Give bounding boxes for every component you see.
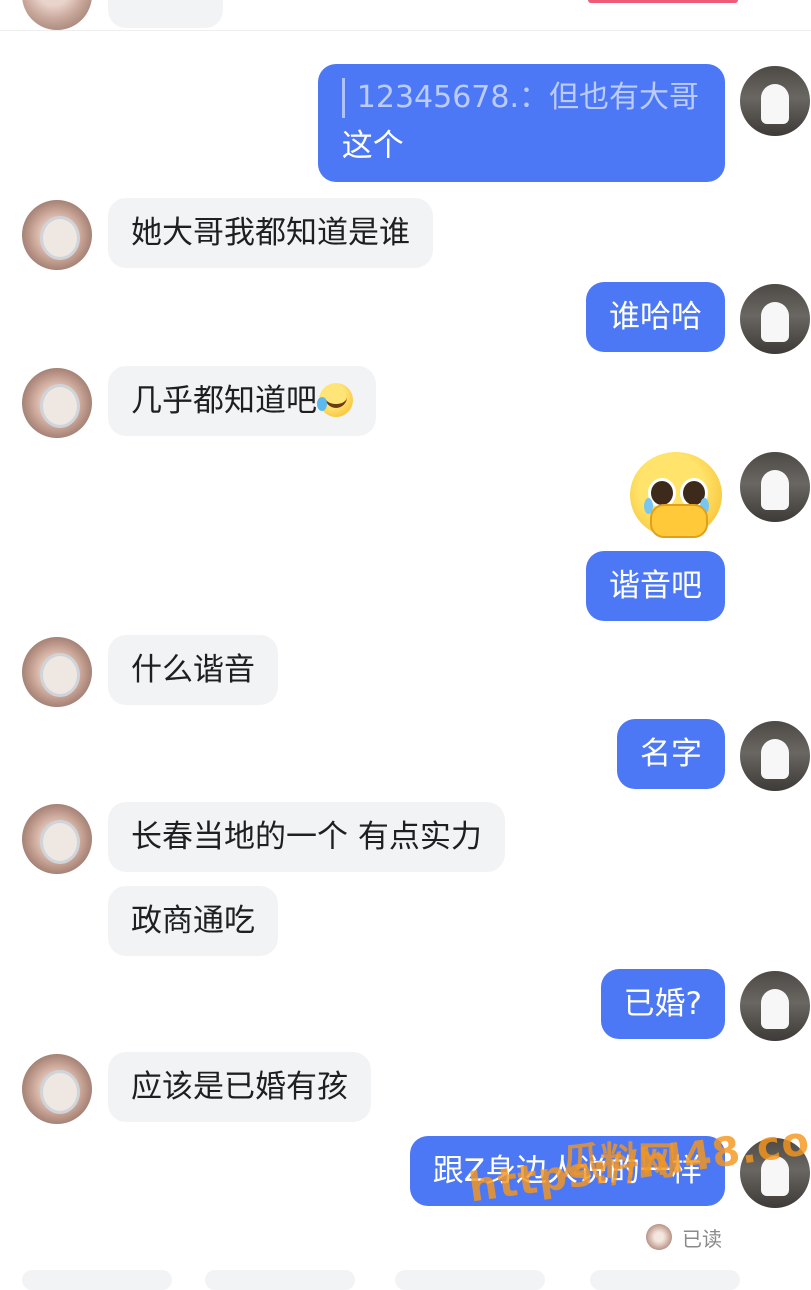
partial-message-top — [108, 0, 223, 28]
message-text: 谁哈哈 — [609, 299, 702, 335]
message-bubble-outgoing-quoted[interactable]: 12345678.：但也有大哥 这个 — [317, 64, 725, 182]
message-text: 政商通吃 — [131, 903, 255, 939]
my-avatar[interactable] — [740, 284, 810, 354]
top-accent-bar — [588, 0, 738, 3]
message-bubble-incoming[interactable]: 什么谐音 — [108, 635, 278, 705]
message-bubble-incoming[interactable]: 她大哥我都知道是谁 — [108, 198, 433, 268]
message-text: 几乎都知道吧 — [131, 383, 317, 419]
pleading-face-covering-mouth-icon[interactable] — [630, 452, 722, 538]
contact-avatar[interactable] — [22, 368, 92, 438]
laughing-with-tears-emoji-icon — [317, 383, 353, 417]
read-status-label: 已读 — [682, 1226, 722, 1251]
message-bubble-incoming[interactable]: 几乎都知道吧 — [108, 366, 376, 436]
message-bubble-outgoing[interactable]: 名字 — [617, 719, 725, 789]
partial-element-bottom — [205, 1270, 355, 1290]
contact-avatar[interactable] — [22, 200, 92, 270]
partial-element-bottom — [395, 1270, 545, 1290]
reader-avatar — [646, 1224, 672, 1250]
message-bubble-outgoing[interactable]: 谁哈哈 — [586, 282, 725, 352]
partial-avatar-top — [22, 0, 92, 30]
contact-avatar[interactable] — [22, 1054, 92, 1124]
message-bubble-incoming[interactable]: 政商通吃 — [108, 886, 278, 956]
message-text: 谐音吧 — [609, 568, 702, 604]
message-text: 这个 — [341, 128, 404, 164]
my-avatar[interactable] — [740, 1138, 810, 1208]
message-text: 她大哥我都知道是谁 — [131, 215, 410, 251]
message-text: 名字 — [640, 736, 702, 772]
my-avatar[interactable] — [740, 452, 810, 522]
message-bubble-incoming[interactable]: 应该是已婚有孩 — [108, 1052, 371, 1122]
top-bar — [0, 0, 811, 31]
message-bubble-outgoing[interactable]: 跟Z身边人说的一样 — [409, 1136, 725, 1206]
message-text: 已婚? — [623, 986, 702, 1022]
message-bubble-outgoing[interactable]: 谐音吧 — [586, 551, 725, 621]
partial-element-bottom — [22, 1270, 172, 1290]
my-avatar[interactable] — [740, 721, 810, 791]
contact-avatar[interactable] — [22, 637, 92, 707]
quoted-text: 12345678.：但也有大哥 — [341, 78, 699, 118]
message-text: 长春当地的一个 有点实力 — [131, 819, 482, 855]
message-bubble-incoming[interactable]: 长春当地的一个 有点实力 — [108, 802, 505, 872]
read-receipt: 已读 — [646, 1222, 722, 1252]
my-avatar[interactable] — [740, 971, 810, 1041]
my-avatar[interactable] — [740, 66, 810, 136]
message-text: 什么谐音 — [131, 652, 255, 688]
partial-element-bottom — [590, 1270, 740, 1290]
message-text: 应该是已婚有孩 — [131, 1069, 348, 1105]
contact-avatar[interactable] — [22, 804, 92, 874]
message-text: 跟Z身边人说的一样 — [432, 1153, 702, 1189]
message-bubble-outgoing[interactable]: 已婚? — [600, 969, 725, 1039]
